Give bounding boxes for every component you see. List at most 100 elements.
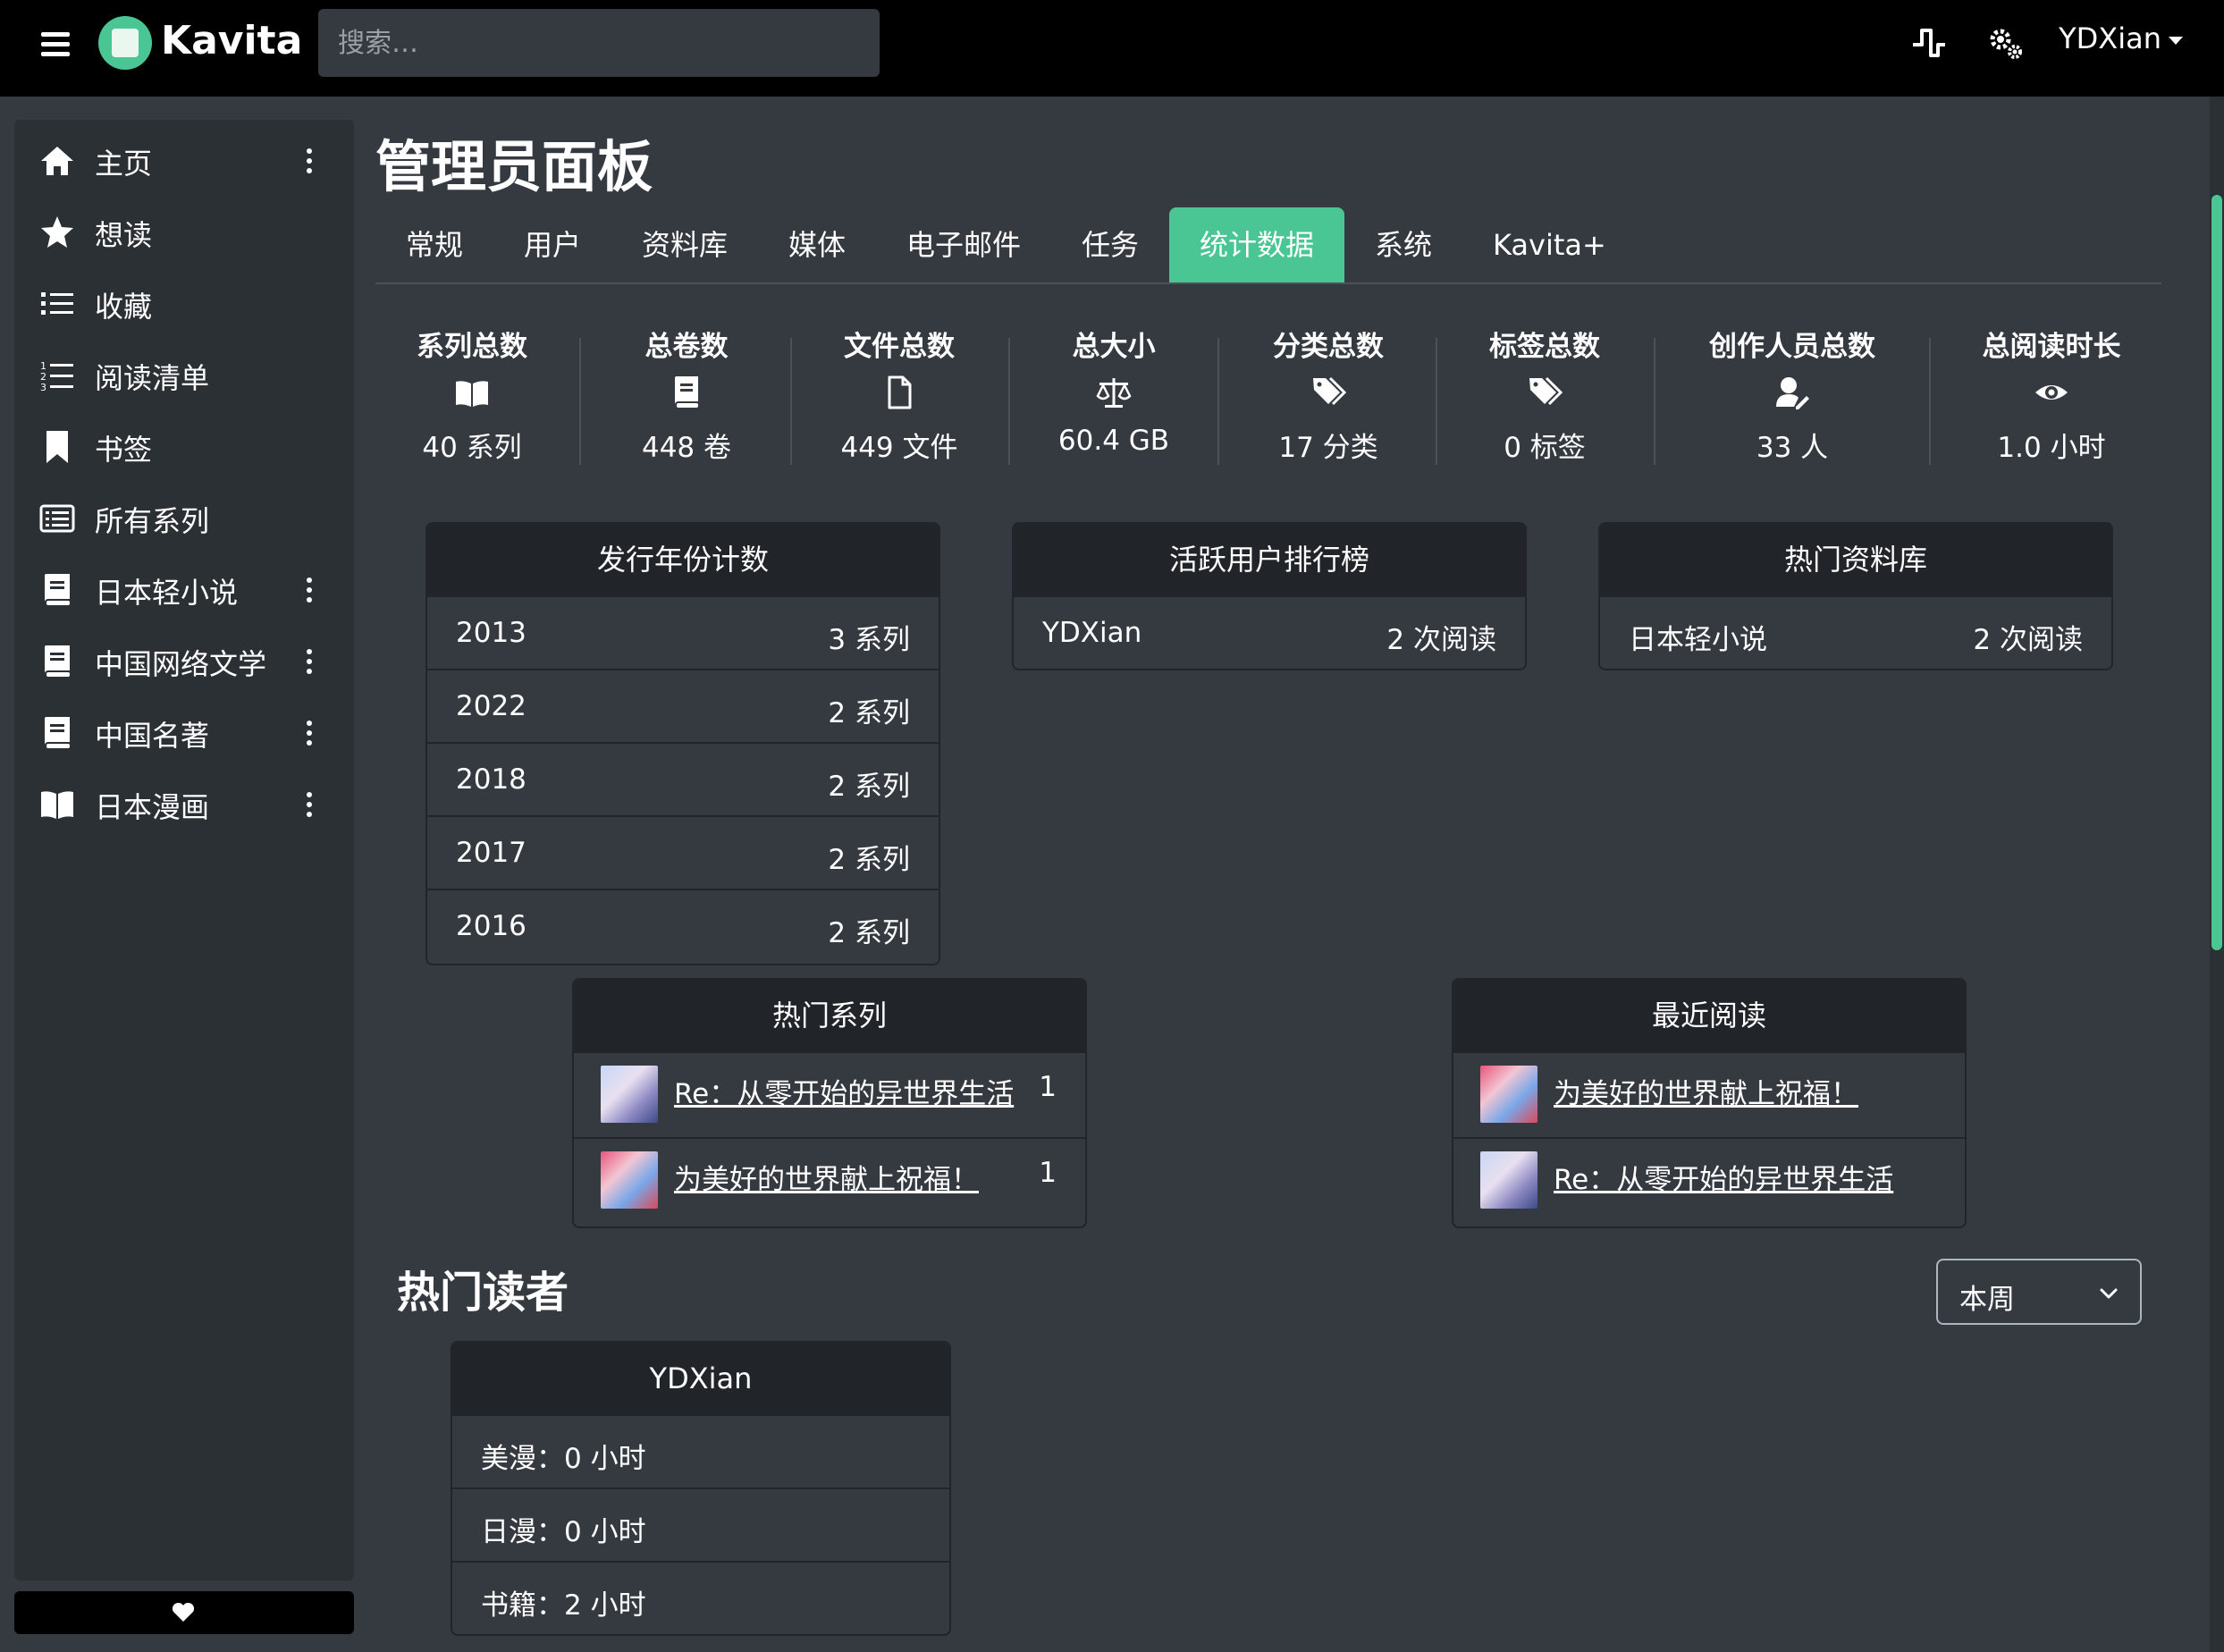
list-item: 美漫：0 小时 [452,1414,949,1488]
sidebar-item-library-cn-classics[interactable]: 中国名著 [14,697,354,769]
table-row: YDXian 2 次阅读 [1014,595,1525,669]
series-count: 2 系列 [828,917,910,949]
sidebar-item-label: 中国网络文学 [95,647,267,681]
stat-title: 总卷数 [644,331,729,363]
sidebar-item-label: 书签 [95,433,153,467]
donate-button[interactable] [14,1591,354,1634]
popular-libraries-card: 热门资料库 日本轻小说 2 次阅读 [1598,522,2113,670]
search-input[interactable] [318,9,880,77]
sidebar-item-label: 中国名著 [95,719,210,753]
settings-gears-icon[interactable] [1986,23,2026,63]
stat-divider [790,338,792,465]
table-row: 日本轻小说 2 次阅读 [1600,595,2111,669]
activity-pulse-icon[interactable] [1909,23,1949,63]
series-cover-thumbnail[interactable] [1480,1151,1537,1209]
user-name: YDXian [2059,21,2161,55]
sidebar-item-library-cn-web-literature[interactable]: 中国网络文学 [14,626,354,697]
stat-value: 33 人 [1756,432,1829,464]
release-year: 2022 [456,690,527,722]
series-cover-thumbnail[interactable] [601,1151,658,1209]
release-year: 2016 [456,910,527,942]
more-vertical-icon[interactable] [300,788,318,821]
tags-icon [1313,376,1347,406]
stat-total-series: 系列总数 40 系列 [383,324,561,467]
admin-tabs: 常规 用户 资料库 媒体 电子邮件 任务 统计数据 系统 Kavita+ [375,207,2161,284]
release-year-card: 发行年份计数 2013 3 系列 2022 2 系列 2018 2 系列 201… [425,522,940,965]
sidebar-item-library-jp-manga[interactable]: 日本漫画 [14,769,354,840]
list-item: 日漫：0 小时 [452,1488,949,1561]
tags-icon [1529,376,1563,406]
table-row: 2017 2 系列 [427,815,939,889]
list-icon [41,292,73,315]
caret-down-icon [2169,36,2183,45]
list-item: Re：从零开始的异世界生活 [1453,1137,1965,1223]
sidebar-item-collections[interactable]: 收藏 [14,268,354,340]
sidebar-item-label: 想读 [95,218,153,252]
tab-email[interactable]: 电子邮件 [876,207,1051,282]
stat-title: 分类总数 [1273,331,1384,363]
sidebar-item-bookmarks[interactable]: 书签 [14,411,354,483]
series-link[interactable]: 为美好的世界献上祝福！ [1554,1071,1858,1111]
tab-libraries[interactable]: 资料库 [611,207,758,282]
read-count: 2 次阅读 [1973,624,2083,656]
more-vertical-icon[interactable] [300,145,318,177]
stat-total-reading-time: 总阅读时长 1.0 小时 [1958,324,2145,467]
series-cover-thumbnail[interactable] [601,1066,658,1123]
stat-title: 总大小 [1072,331,1156,363]
stat-value: 17 分类 [1278,432,1378,464]
tab-tasks[interactable]: 任务 [1051,207,1169,282]
top-reader-card: YDXian 美漫：0 小时 日漫：0 小时 书籍：2 小时 [451,1341,951,1636]
more-vertical-icon[interactable] [300,645,318,678]
tab-kavita-plus[interactable]: Kavita+ [1462,207,1637,282]
stat-value: 1.0 小时 [1997,432,2106,464]
more-vertical-icon[interactable] [300,717,318,749]
list-item: 为美好的世界献上祝福！ 1 [574,1137,1085,1223]
stat-title: 创作人员总数 [1709,331,1875,363]
series-link[interactable]: 为美好的世界献上祝福！ [674,1157,979,1197]
eye-icon [2035,385,2068,400]
series-link[interactable]: Re：从零开始的异世界生活 [674,1071,1014,1111]
kavita-logo-icon[interactable] [98,16,152,70]
scrollbar-thumb[interactable] [2211,195,2222,950]
tab-media[interactable]: 媒体 [758,207,876,282]
series-link[interactable]: Re：从零开始的异世界生活 [1554,1157,1893,1197]
stat-value: 60.4 GB [1057,425,1170,457]
file-icon [888,375,912,409]
page-title: 管理员面板 [375,134,653,199]
chevron-down-icon [2100,1288,2118,1299]
sidebar-item-all-series[interactable]: 所有系列 [14,483,354,554]
sidebar-item-want-to-read[interactable]: 想读 [14,197,354,268]
book-icon [45,645,70,677]
stat-value: 0 标签 [1504,432,1586,464]
read-count: 1 [1039,1071,1057,1103]
card-title: 热门资料库 [1600,524,2111,595]
series-count: 2 系列 [828,844,910,876]
sidebar-item-label: 阅读清单 [95,361,210,395]
series-cover-thumbnail[interactable] [1480,1066,1537,1123]
library-name: 日本轻小说 [1629,624,1767,656]
stat-divider [579,338,581,465]
tab-general[interactable]: 常规 [375,207,493,282]
stat-total-size: 总大小 60.4 GB [1024,324,1203,467]
stat-divider [1929,338,1931,465]
tab-system[interactable]: 系统 [1344,207,1462,282]
sidebar-item-reading-lists[interactable]: 1 2 3 阅读清单 [14,340,354,411]
app-name[interactable]: Kavita [161,18,302,63]
menu-icon[interactable] [38,27,73,63]
table-row: 2018 2 系列 [427,742,939,815]
tab-statistics[interactable]: 统计数据 [1169,207,1345,282]
page-scrollbar[interactable] [2210,97,2224,1652]
stat-value: 448 卷 [641,432,732,464]
svg-text:3: 3 [40,382,46,393]
list-item: 为美好的世界献上祝福！ [1453,1051,1965,1137]
recently-read-card: 最近阅读 为美好的世界献上祝福！ Re：从零开始的异世界生活 [1452,978,1967,1228]
more-vertical-icon[interactable] [300,574,318,606]
scale-icon [1096,378,1132,408]
tab-users[interactable]: 用户 [493,207,611,282]
time-period-select[interactable]: 本周 [1936,1259,2142,1325]
stat-divider [1436,338,1437,465]
sidebar-item-library-jp-light-novel[interactable]: 日本轻小说 [14,554,354,626]
heart-icon [172,1602,195,1622]
user-menu[interactable]: YDXian [2059,21,2183,55]
sidebar-item-home[interactable]: 主页 [14,125,354,197]
